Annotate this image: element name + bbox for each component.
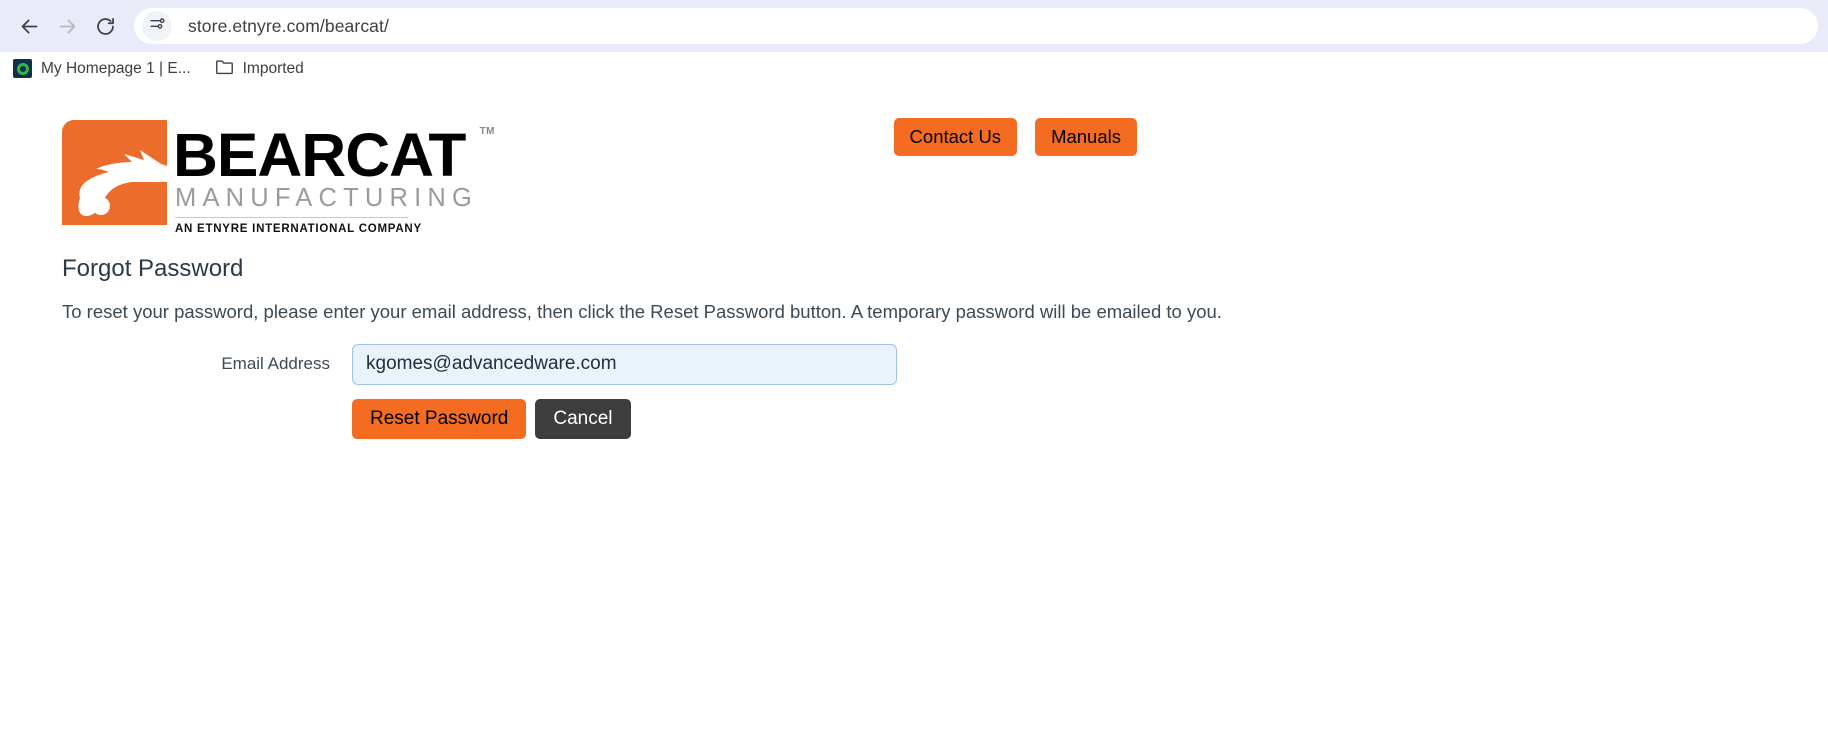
- logo-divider: [175, 217, 408, 219]
- address-bar[interactable]: store.etnyre.com/bearcat/: [134, 8, 1818, 44]
- page-body: BEARCAT TM MANUFACTURING AN ETNYRE INTER…: [0, 85, 1828, 733]
- email-form-row: Email Address: [62, 343, 1788, 385]
- bearcat-logo[interactable]: BEARCAT TM MANUFACTURING AN ETNYRE INTER…: [62, 120, 495, 236]
- bookmark-folder-imported[interactable]: Imported: [206, 55, 313, 82]
- logo-wordmark-group: BEARCAT TM MANUFACTURING AN ETNYRE INTER…: [173, 120, 495, 236]
- bookmark-my-homepage[interactable]: My Homepage 1 | E...: [4, 55, 200, 82]
- site-settings-tune-icon: [149, 15, 166, 37]
- reset-password-button[interactable]: Reset Password: [352, 398, 527, 439]
- page-title: Forgot Password: [62, 255, 244, 282]
- reload-icon: [95, 16, 116, 37]
- cancel-button[interactable]: Cancel: [535, 398, 631, 439]
- trademark-icon: TM: [479, 126, 496, 137]
- folder-icon: [215, 58, 234, 80]
- forward-arrow-icon: [57, 16, 78, 37]
- site-header: BEARCAT TM MANUFACTURING AN ETNYRE INTER…: [0, 85, 1828, 255]
- form-actions: Reset Password Cancel: [62, 398, 1788, 439]
- forward-button[interactable]: [48, 7, 86, 45]
- bearcat-head-icon: [62, 120, 167, 225]
- main-content: Forgot Password To reset your password, …: [0, 255, 1828, 439]
- bookmark-label: Imported: [242, 59, 304, 77]
- homepage-favicon: [13, 59, 32, 78]
- back-button[interactable]: [10, 7, 48, 45]
- bookmark-label: My Homepage 1 | E...: [41, 59, 191, 77]
- contact-us-button[interactable]: Contact Us: [893, 118, 1018, 156]
- logo-wordmark: BEARCAT: [173, 121, 466, 189]
- header-actions: Contact Us Manuals: [893, 118, 1137, 156]
- email-input[interactable]: [352, 343, 897, 385]
- bookmarks-bar: My Homepage 1 | E... Imported: [0, 52, 1828, 85]
- email-label: Email Address: [221, 354, 330, 374]
- manuals-button[interactable]: Manuals: [1035, 118, 1137, 156]
- browser-toolbar: store.etnyre.com/bearcat/: [0, 0, 1828, 52]
- url-text: store.etnyre.com/bearcat/: [188, 15, 389, 36]
- reload-button[interactable]: [86, 7, 124, 45]
- logo-tagline: AN ETNYRE INTERNATIONAL COMPANY: [175, 223, 422, 236]
- instructions-text: To reset your password, please enter you…: [62, 301, 1222, 322]
- back-arrow-icon: [19, 16, 40, 37]
- site-settings-button[interactable]: [142, 11, 172, 41]
